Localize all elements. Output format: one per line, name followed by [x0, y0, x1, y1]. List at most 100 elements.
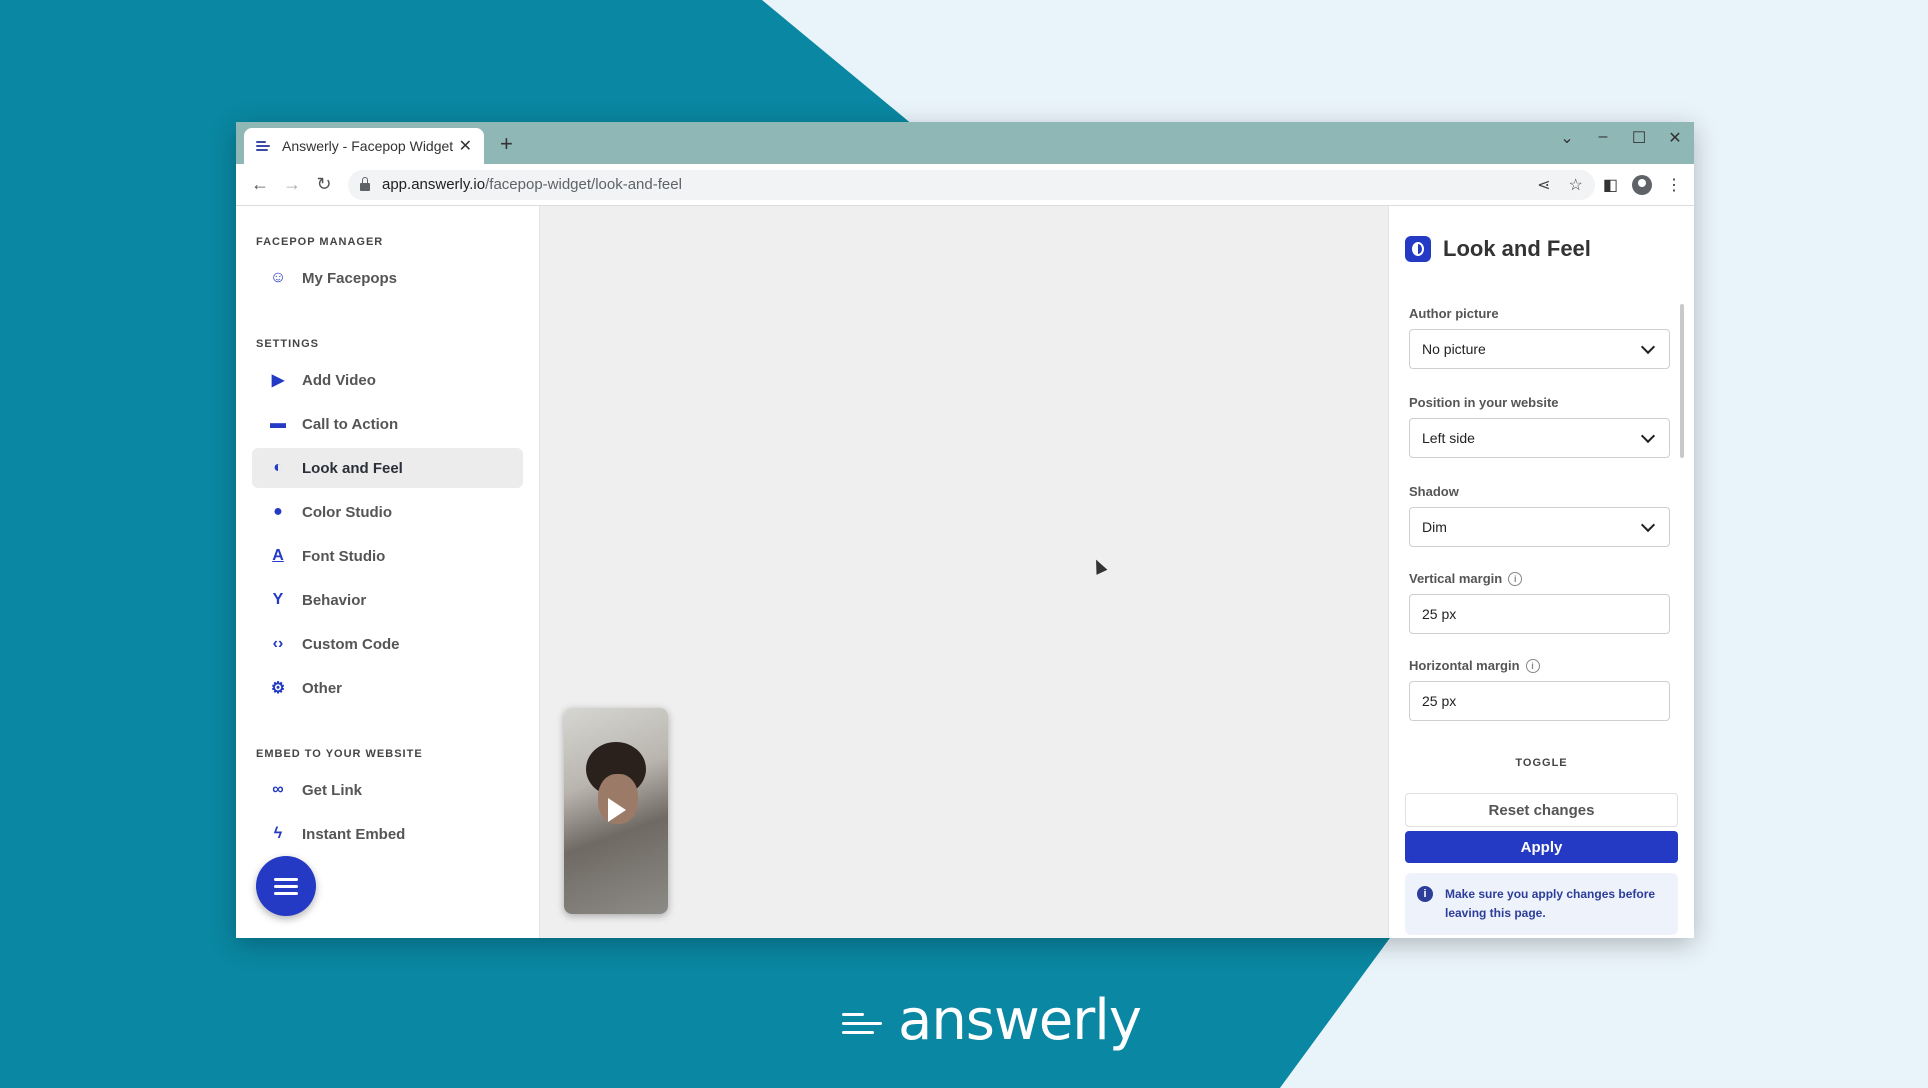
toggle-section-label[interactable]: TOGGLE [1389, 757, 1694, 769]
tab-search-icon[interactable]: ⌄ [1558, 128, 1576, 148]
tab-title: Answerly - Facepop Widget [282, 138, 453, 154]
sidebar-item-other[interactable]: ⚙ Other [252, 668, 523, 708]
author-picture-label: Author picture [1409, 306, 1499, 321]
sidebar-item-add-video[interactable]: ▶ Add Video [252, 360, 523, 400]
sidebar-item-custom-code[interactable]: ‹› Custom Code [252, 624, 523, 664]
play-icon[interactable] [608, 798, 626, 822]
panel-title-text: Look and Feel [1443, 236, 1591, 261]
info-icon: i [1417, 886, 1433, 902]
window-icon: ▬ [270, 415, 286, 432]
position-label: Position in your website [1409, 395, 1559, 410]
gear-icon: ⚙ [270, 680, 286, 697]
menu-kebab-icon[interactable]: ⋮ [1666, 175, 1682, 195]
sidebar-item-label: Call to Action [302, 415, 399, 433]
lock-icon [360, 176, 370, 191]
close-tab-icon[interactable]: ✕ [459, 136, 472, 156]
vertical-margin-label: Vertical margin i [1409, 571, 1670, 586]
sidebar-item-label: Instant Embed [302, 825, 406, 843]
select-value: Left side [1422, 430, 1475, 446]
bookmark-star-icon[interactable]: ☆ [1569, 175, 1583, 195]
close-window-icon[interactable]: ✕ [1666, 128, 1684, 148]
browser-tab[interactable]: Answerly - Facepop Widget ✕ [244, 128, 484, 164]
maximize-icon[interactable]: ☐ [1630, 128, 1648, 148]
select-value: No picture [1422, 341, 1486, 357]
select-value: Dim [1422, 519, 1447, 535]
panel-scrollbar[interactable] [1680, 304, 1684, 458]
sidebar-item-label: Behavior [302, 591, 367, 609]
play-box-icon: ▶ [271, 372, 285, 389]
apply-notice: i Make sure you apply changes before lea… [1405, 873, 1678, 935]
sidebar-item-behavior[interactable]: Y Behavior [252, 580, 523, 620]
sidebar: FACEPOP MANAGER ☺ My Facepops SETTINGS ▶… [236, 206, 540, 938]
link-icon: ∞ [272, 781, 284, 798]
chevron-down-icon [1640, 428, 1656, 444]
panel-title: Look and Feel [1405, 236, 1694, 262]
minimize-icon[interactable]: – [1594, 128, 1612, 148]
author-picture-select[interactable]: No picture [1409, 329, 1670, 369]
profile-icon[interactable] [1632, 174, 1652, 195]
horizontal-margin-input[interactable]: 25 px [1409, 681, 1670, 721]
settings-panel: Look and Feel Author picture No picture … [1388, 206, 1694, 938]
new-tab-button[interactable]: + [500, 131, 513, 157]
sidebar-item-label: Get Link [302, 781, 363, 799]
sidebar-item-call-to-action[interactable]: ▬ Call to Action [252, 404, 523, 444]
vertical-margin-label-text: Vertical margin [1409, 571, 1503, 586]
url-path: /facepop-widget/look-and-feel [485, 176, 682, 193]
chevron-down-icon [1640, 517, 1656, 533]
back-icon[interactable]: ← [244, 174, 276, 195]
forward-icon[interactable]: → [276, 174, 308, 195]
browser-window: Answerly - Facepop Widget ✕ + ⌄ – ☐ ✕ ← … [236, 122, 1694, 938]
browser-toolbar: ← → ↻ app.answerly.io/facepop-widget/loo… [236, 164, 1694, 206]
position-select[interactable]: Left side [1409, 418, 1670, 458]
vertical-margin-input[interactable]: 25 px [1409, 594, 1670, 634]
sidebar-item-label: Color Studio [302, 503, 392, 521]
address-bar[interactable]: app.answerly.io/facepop-widget/look-and-… [348, 169, 1595, 200]
shadow-select[interactable]: Dim [1409, 507, 1670, 547]
sidebar-item-label: Look and Feel [302, 459, 403, 477]
horizontal-margin-label-text: Horizontal margin [1409, 658, 1520, 673]
side-panel-icon[interactable]: ◧ [1603, 175, 1618, 195]
sidebar-item-my-facepops[interactable]: ☺ My Facepops [252, 258, 523, 298]
answerly-logo: answerly [842, 988, 1142, 1053]
info-icon[interactable]: i [1525, 658, 1540, 673]
facepop-video-thumbnail[interactable] [564, 708, 668, 914]
horizontal-margin-label: Horizontal margin i [1409, 658, 1670, 673]
sidebar-item-get-link[interactable]: ∞ Get Link [252, 770, 523, 810]
apply-button[interactable]: Apply [1405, 831, 1678, 863]
chevron-down-icon [1640, 339, 1656, 355]
sidebar-item-label: Add Video [302, 371, 376, 389]
sidebar-item-label: Other [302, 679, 343, 697]
contrast-icon [1405, 236, 1431, 262]
widget-preview [540, 206, 1388, 938]
reload-icon[interactable]: ↻ [308, 174, 340, 195]
sidebar-item-font-studio[interactable]: A Font Studio [252, 536, 523, 576]
branch-icon: Y [272, 591, 284, 608]
sidebar-item-color-studio[interactable]: ● Color Studio [252, 492, 523, 532]
palette-icon: ● [273, 503, 283, 520]
notice-text: Make sure you apply changes before leavi… [1445, 887, 1656, 920]
hamburger-icon [274, 877, 298, 881]
share-icon[interactable]: ⋖ [1537, 175, 1550, 195]
answerly-favicon-icon [256, 140, 272, 152]
mouse-cursor-icon [1090, 557, 1108, 575]
section-heading-manager: FACEPOP MANAGER [256, 236, 384, 248]
code-icon: ‹› [272, 635, 284, 652]
smiley-icon: ☺ [269, 269, 287, 286]
bolt-icon: ϟ [273, 825, 283, 842]
window-controls: ⌄ – ☐ ✕ [1558, 128, 1684, 148]
sidebar-item-instant-embed[interactable]: ϟ Instant Embed [252, 814, 523, 854]
section-heading-settings: SETTINGS [256, 338, 320, 350]
sidebar-item-look-and-feel[interactable]: ◐ Look and Feel [252, 448, 523, 488]
section-heading-embed: EMBED TO YOUR WEBSITE [256, 748, 423, 760]
menu-fab-button[interactable] [256, 856, 316, 916]
sidebar-item-label: Custom Code [302, 635, 400, 653]
shadow-label: Shadow [1409, 484, 1459, 499]
contrast-icon: ◐ [273, 459, 283, 476]
sidebar-item-label: My Facepops [302, 269, 398, 287]
tab-strip: Answerly - Facepop Widget ✕ + ⌄ – ☐ ✕ [236, 122, 1694, 164]
url-host: app.answerly.io [382, 176, 486, 193]
reset-changes-button[interactable]: Reset changes [1405, 793, 1678, 827]
logo-wordmark: answerly [898, 988, 1142, 1053]
font-icon: A [272, 547, 284, 564]
info-icon[interactable]: i [1508, 571, 1523, 586]
